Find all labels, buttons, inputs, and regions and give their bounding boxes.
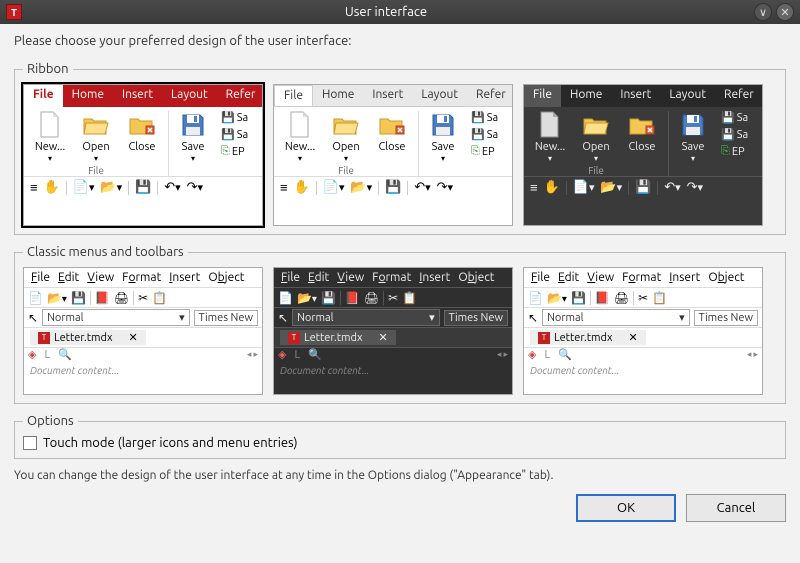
folder-open-icon [82,111,110,139]
options-legend: Options [23,414,78,428]
titlebar: T User interface ∨ ✕ [0,0,800,24]
classic-option-light[interactable]: FileEditViewFormatInsertObject 📄📂▾💾📕🖨✂📋 … [23,267,263,395]
cancel-button[interactable]: Cancel [686,494,786,522]
quick-access-toolbar: ≡ ✋ 📄▾ 📂▾ 💾 ↶▾ ↷▾ [24,176,262,198]
window-title: User interface [22,5,750,19]
close-doc-button: Close [122,111,162,153]
touch-icon: ✋ [44,180,60,195]
save-all-icon: 💾 [221,128,235,141]
classic-option-light-alt[interactable]: FileEditViewFormatInsertObject 📄📂▾💾📕🖨✂📋 … [523,267,763,395]
instruction-text: Please choose your preferred design of t… [14,34,786,48]
open-icon: 📂▾ [100,180,122,195]
checkbox-icon [23,436,37,450]
ribbon-option-dark[interactable]: File Home Insert Layout Refer New...▾ Op… [523,84,763,226]
new-button: New...▾ [30,111,70,163]
hint-text: You can change the design of the user in… [14,469,786,482]
save-button: Save▾ [173,111,213,163]
tab-references: Refer [217,85,263,107]
tab-insert: Insert [113,85,162,107]
menu-icon: ≡ [30,180,38,195]
cursor-icon: ↖ [28,311,38,325]
tab-file: File [24,85,63,107]
app-icon: T [6,4,22,20]
doc-icon: T [38,332,50,344]
classic-legend: Classic menus and toolbars [23,245,188,259]
folder-close-icon [128,111,156,139]
save-qat-icon: 💾 [135,180,151,195]
classic-section: Classic menus and toolbars FileEditViewF… [14,245,786,404]
ribbon-option-light[interactable]: File Home Insert Layout Refer New...▾ Op… [273,84,513,226]
export-icon: ⎘ [221,145,230,158]
save-icon [179,111,207,139]
close-button[interactable]: ✕ [776,3,794,21]
undo-icon: ↶▾ [164,180,180,195]
side-actions: 💾Sa 💾Sa ⎘EP [219,111,248,158]
classic-option-dark[interactable]: FileEditViewFormatInsertObject 📄📂▾💾📕🖨✂📋 … [273,267,513,395]
minimize-button[interactable]: ∨ [754,3,772,21]
options-section: Options Touch mode (larger icons and men… [14,414,786,459]
redo-icon: ↷▾ [187,180,203,195]
menubar: FileEditViewFormatInsertObject [24,268,262,287]
new-icon: 📄▾ [73,180,95,195]
document-icon [36,111,64,139]
ribbon-option-red[interactable]: File Home Insert Layout Refer New. [23,84,263,226]
search-icon: 🔍 [58,348,72,361]
ok-button[interactable]: OK [576,494,676,522]
tab-home: Home [63,85,113,107]
ribbon-legend: Ribbon [23,62,73,76]
tab-layout: Layout [162,85,217,107]
open-button: Open▾ [76,111,116,163]
save-as-icon: 💾 [221,111,235,124]
touch-mode-checkbox[interactable]: Touch mode (larger icons and menu entrie… [23,436,777,450]
ribbon-section: Ribbon File Home Insert Layout Refer [14,62,786,235]
